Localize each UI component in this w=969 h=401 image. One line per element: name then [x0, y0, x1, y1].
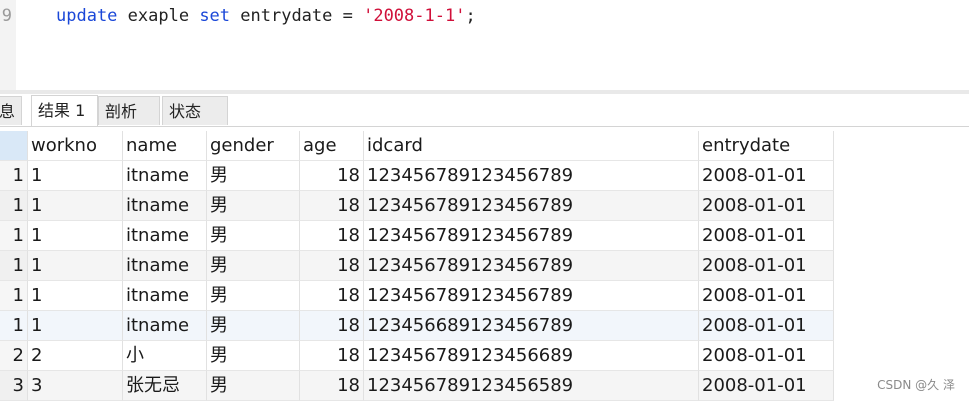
column-header-entrydate[interactable]: entrydate — [699, 131, 834, 161]
cell-entrydate[interactable]: 2008-01-01 — [699, 221, 834, 251]
cell-idcard[interactable]: 123456789123456589 — [364, 371, 699, 401]
row-index[interactable]: 1 — [0, 161, 28, 191]
cell-gender[interactable]: 男 — [207, 221, 300, 251]
row-index[interactable]: 1 — [0, 311, 28, 341]
row-index[interactable]: 3 — [0, 371, 28, 401]
cell-age[interactable]: 18 — [300, 221, 364, 251]
tab-profile[interactable]: 剖析 — [98, 96, 160, 125]
cell-entrydate[interactable]: 2008-01-01 — [699, 371, 834, 401]
cell-gender[interactable]: 男 — [207, 341, 300, 371]
cell-workno[interactable]: 1 — [28, 281, 123, 311]
line-number: 9 — [1, 6, 12, 26]
cell-name[interactable]: 小 — [123, 341, 207, 371]
row-index[interactable]: 1 — [0, 251, 28, 281]
keyword-update: update — [56, 6, 118, 26]
table-row[interactable]: 1 1 itname 男 18 123456789123456789 2008-… — [0, 221, 834, 251]
cell-name[interactable]: itname — [123, 191, 207, 221]
cell-gender[interactable]: 男 — [207, 371, 300, 401]
result-tabbar: 息 结果 1 剖析 状态 — [0, 94, 969, 127]
row-index[interactable]: 1 — [0, 281, 28, 311]
cell-gender[interactable]: 男 — [207, 281, 300, 311]
cell-age[interactable]: 18 — [300, 281, 364, 311]
code-line[interactable]: update exaple set entrydate = '2008-1-1'… — [56, 6, 476, 26]
column-header-gender[interactable]: gender — [207, 131, 300, 161]
table-row[interactable]: 3 3 张无忌 男 18 123456789123456589 2008-01-… — [0, 371, 834, 401]
cell-entrydate[interactable]: 2008-01-01 — [699, 251, 834, 281]
cell-entrydate[interactable]: 2008-01-01 — [699, 281, 834, 311]
row-index[interactable]: 1 — [0, 221, 28, 251]
cell-workno[interactable]: 1 — [28, 191, 123, 221]
cell-gender[interactable]: 男 — [207, 311, 300, 341]
row-header-corner[interactable] — [0, 131, 28, 161]
cell-workno[interactable]: 3 — [28, 371, 123, 401]
cell-entrydate[interactable]: 2008-01-01 — [699, 341, 834, 371]
row-index[interactable]: 1 — [0, 191, 28, 221]
table-row[interactable]: 1 1 itname 男 18 123456789123456789 2008-… — [0, 281, 834, 311]
cell-age[interactable]: 18 — [300, 161, 364, 191]
column-header-name[interactable]: name — [123, 131, 207, 161]
cell-age[interactable]: 18 — [300, 191, 364, 221]
column-header-age[interactable]: age — [300, 131, 364, 161]
row-index[interactable]: 2 — [0, 341, 28, 371]
cell-idcard[interactable]: 123456789123456689 — [364, 341, 699, 371]
cell-gender[interactable]: 男 — [207, 251, 300, 281]
cell-entrydate[interactable]: 2008-01-01 — [699, 311, 834, 341]
cell-name[interactable]: itname — [123, 161, 207, 191]
cell-age[interactable]: 18 — [300, 371, 364, 401]
cell-idcard[interactable]: 123456689123456789 — [364, 311, 699, 341]
column-header-idcard[interactable]: idcard — [364, 131, 699, 161]
table-row[interactable]: 1 1 itname 男 18 123456789123456789 2008-… — [0, 191, 834, 221]
cell-name[interactable]: 张无忌 — [123, 371, 207, 401]
assignment: entrydate = — [230, 6, 364, 26]
cell-idcard[interactable]: 123456789123456789 — [364, 251, 699, 281]
cell-idcard[interactable]: 123456789123456789 — [364, 191, 699, 221]
cell-name[interactable]: itname — [123, 281, 207, 311]
grid-header-row: workno name gender age idcard entrydate — [0, 131, 834, 161]
cell-entrydate[interactable]: 2008-01-01 — [699, 161, 834, 191]
cell-workno[interactable]: 1 — [28, 251, 123, 281]
table-row[interactable]: 1 1 itname 男 18 123456789123456789 2008-… — [0, 161, 834, 191]
table-row[interactable]: 1 1 itname 男 18 123456689123456789 2008-… — [0, 311, 834, 341]
cell-gender[interactable]: 男 — [207, 161, 300, 191]
table-name: exaple — [117, 6, 200, 26]
tab-status[interactable]: 状态 — [162, 96, 228, 125]
cell-workno[interactable]: 2 — [28, 341, 123, 371]
cell-workno[interactable]: 1 — [28, 161, 123, 191]
cell-gender[interactable]: 男 — [207, 191, 300, 221]
cell-age[interactable]: 18 — [300, 311, 364, 341]
statement-end: ; — [465, 6, 476, 26]
cell-name[interactable]: itname — [123, 311, 207, 341]
tab-message[interactable]: 息 — [0, 96, 23, 125]
cell-name[interactable]: itname — [123, 251, 207, 281]
cell-idcard[interactable]: 123456789123456789 — [364, 281, 699, 311]
cell-age[interactable]: 18 — [300, 251, 364, 281]
table-row[interactable]: 2 2 小 男 18 123456789123456689 2008-01-01 — [0, 341, 834, 371]
column-header-workno[interactable]: workno — [28, 131, 123, 161]
cell-name[interactable]: itname — [123, 221, 207, 251]
cell-idcard[interactable]: 123456789123456789 — [364, 221, 699, 251]
keyword-set: set — [199, 6, 231, 26]
cell-age[interactable]: 18 — [300, 341, 364, 371]
line-gutter: 9 — [0, 0, 16, 90]
cell-idcard[interactable]: 123456789123456789 — [364, 161, 699, 191]
string-literal: '2008-1-1' — [363, 6, 466, 26]
watermark: CSDN @久 泽 — [877, 378, 955, 392]
cell-workno[interactable]: 1 — [28, 311, 123, 341]
cell-entrydate[interactable]: 2008-01-01 — [699, 191, 834, 221]
cell-workno[interactable]: 1 — [28, 221, 123, 251]
sql-editor[interactable]: 9 update exaple set entrydate = '2008-1-… — [0, 0, 969, 90]
table-row[interactable]: 1 1 itname 男 18 123456789123456789 2008-… — [0, 251, 834, 281]
tab-result-1[interactable]: 结果 1 — [31, 95, 98, 126]
